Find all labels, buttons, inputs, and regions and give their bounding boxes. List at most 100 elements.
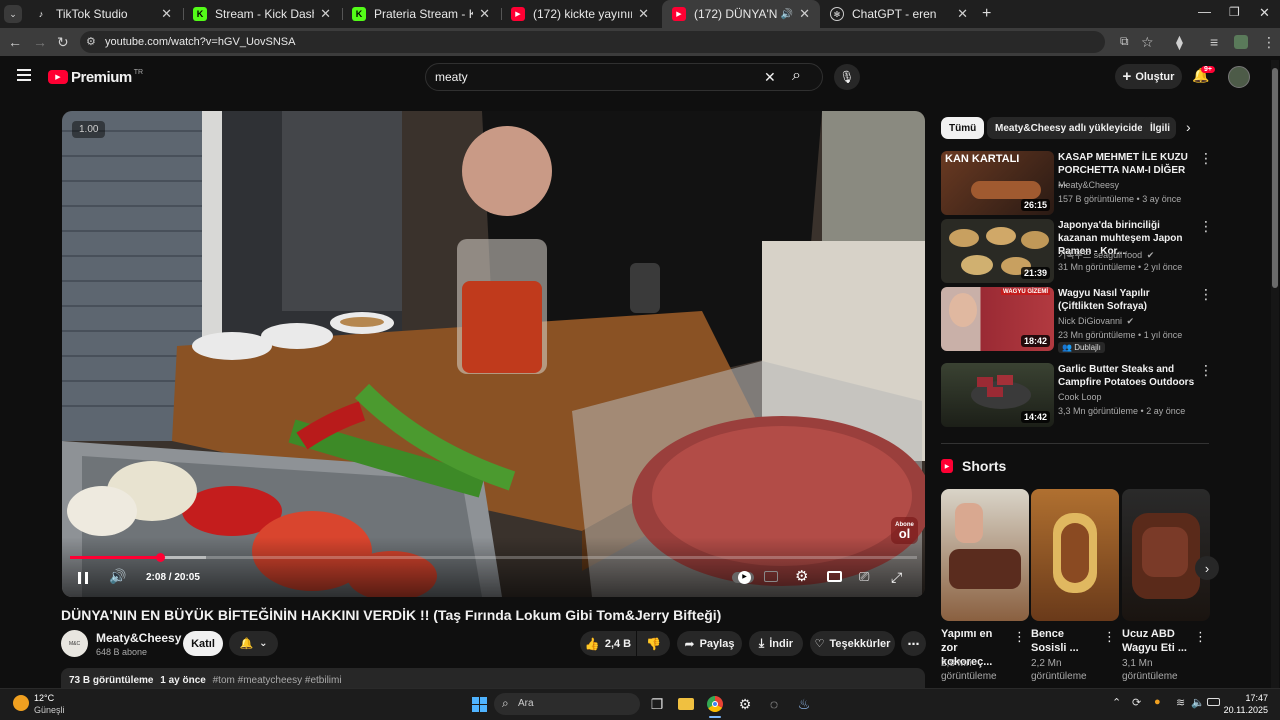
scrollbar-thumb[interactable] bbox=[1272, 68, 1278, 288]
channel-avatar[interactable]: M&C bbox=[61, 630, 88, 657]
shorts-next-button[interactable]: › bbox=[1195, 556, 1219, 580]
video-thumbnail[interactable]: KAN KARTALI 26:15 bbox=[941, 151, 1054, 215]
tab-prateria-kick[interactable]: K Prateria Stream - Kick Dashboard ✕ bbox=[342, 0, 500, 28]
youtube-premium-logo[interactable]: ▶ Premium TR bbox=[48, 68, 143, 86]
app-status-icon[interactable]: ◌ bbox=[764, 694, 784, 714]
speaker-icon[interactable]: 🔊 bbox=[781, 9, 793, 20]
recommendation-item[interactable]: 14:42 Garlic Butter Steaks and Campfire … bbox=[941, 363, 1213, 427]
more-vert-icon[interactable]: ⋮ bbox=[1194, 629, 1207, 645]
hamburger-menu-icon[interactable] bbox=[17, 69, 31, 81]
chip-all[interactable]: Tümü bbox=[941, 117, 985, 139]
download-button[interactable]: ⤓ İndir bbox=[749, 631, 803, 656]
recommendation-item[interactable]: WAGYU GİZEMİ 18:42 Wagyu Nasıl Yapılır (… bbox=[941, 287, 1213, 353]
chip-related[interactable]: İlgili bbox=[1142, 117, 1176, 139]
clear-search-icon[interactable]: ✕ bbox=[764, 69, 776, 86]
more-vert-icon[interactable]: ⋮ bbox=[1199, 363, 1213, 377]
clock-time[interactable]: 17:47 bbox=[1238, 693, 1268, 703]
minimize-icon[interactable]: — bbox=[1198, 4, 1211, 19]
video-thumbnail[interactable]: WAGYU GİZEMİ 18:42 bbox=[941, 287, 1054, 351]
progress-bar[interactable] bbox=[70, 553, 917, 562]
tray-battery-icon[interactable] bbox=[1207, 698, 1220, 706]
subscribed-bell-button[interactable]: 🔔 ⌄ bbox=[229, 631, 278, 656]
video-thumbnail[interactable]: 14:42 bbox=[941, 363, 1054, 427]
more-vert-icon[interactable]: ⋮ bbox=[1199, 219, 1213, 233]
search-icon[interactable]: ⌕ bbox=[792, 67, 801, 85]
short-thumbnail[interactable] bbox=[1031, 489, 1119, 621]
close-window-icon[interactable]: ✕ bbox=[1259, 5, 1270, 21]
file-explorer-icon[interactable] bbox=[676, 694, 696, 714]
site-info-icon[interactable]: ⚙ bbox=[86, 35, 96, 48]
dislike-button[interactable]: 👎 bbox=[637, 631, 670, 656]
more-vert-icon[interactable]: ⋮ bbox=[1199, 151, 1213, 165]
share-button[interactable]: ➦ Paylaş bbox=[677, 631, 742, 656]
like-button[interactable]: 👍 2,4 B bbox=[580, 631, 636, 656]
cast-icon[interactable]: ⎚ bbox=[859, 569, 869, 585]
short-thumbnail[interactable] bbox=[1122, 489, 1210, 621]
recommendation-item[interactable]: 21:39 Japonya'da birinciliği kazanan muh… bbox=[941, 219, 1213, 283]
windows-start-icon[interactable] bbox=[469, 694, 489, 714]
chips-next-icon[interactable]: › bbox=[1186, 119, 1191, 135]
fullscreen-icon[interactable]: ⤢ bbox=[891, 569, 902, 586]
close-icon[interactable]: ✕ bbox=[799, 6, 810, 22]
tray-sync-icon[interactable]: ⟳ bbox=[1132, 696, 1141, 709]
back-icon[interactable]: ← bbox=[8, 35, 22, 49]
clock-date[interactable]: 20.11.2025 bbox=[1222, 705, 1268, 715]
chrome-icon[interactable] bbox=[705, 694, 725, 714]
task-view-icon[interactable]: ❐ bbox=[647, 694, 667, 714]
browser-menu-icon[interactable]: ⋮ bbox=[1262, 35, 1276, 49]
tray-chevron-icon[interactable]: ⌃ bbox=[1112, 696, 1121, 709]
bookmark-star-icon[interactable]: ☆ bbox=[1141, 35, 1154, 49]
video-thumbnail[interactable]: 21:39 bbox=[941, 219, 1054, 283]
tray-wifi-icon[interactable]: ≋ bbox=[1176, 696, 1185, 709]
close-icon[interactable]: ✕ bbox=[161, 6, 172, 22]
tab-tiktok-studio[interactable]: ♪ TikTok Studio ✕ bbox=[24, 0, 182, 28]
media-controls-icon[interactable]: ≡ bbox=[1210, 35, 1218, 49]
app-gear-icon[interactable]: ⚙ bbox=[735, 694, 755, 714]
chip-from-uploader[interactable]: Meaty&Cheesy adlı yükleyiciden bbox=[987, 117, 1157, 139]
restore-icon[interactable]: ❐ bbox=[1229, 5, 1240, 19]
steam-icon[interactable]: ♨ bbox=[794, 694, 814, 714]
tray-mic-icon[interactable]: ● bbox=[1154, 696, 1161, 708]
recommendation-item[interactable]: KAN KARTALI 26:15 KASAP MEHMET İLE KUZU … bbox=[941, 151, 1213, 215]
short-thumbnail[interactable] bbox=[941, 489, 1029, 621]
tab-youtube-active[interactable]: ▶ (172) DÜNYA'NIN EN BÜYÜ 🔊 ✕ bbox=[662, 0, 820, 28]
create-button[interactable]: + Oluştur bbox=[1115, 64, 1182, 89]
more-vert-icon[interactable]: ⋮ bbox=[1199, 287, 1213, 301]
tab-search-icon[interactable]: ⌄ bbox=[4, 5, 22, 23]
volume-icon[interactable]: 🔊 bbox=[109, 568, 126, 585]
thanks-button[interactable]: ♡ Teşekkürler bbox=[810, 631, 895, 656]
page-scrollbar[interactable] bbox=[1271, 60, 1279, 688]
join-button[interactable]: Katıl bbox=[183, 631, 223, 656]
tab-chatgpt[interactable]: ✻ ChatGPT - eren ✕ bbox=[820, 0, 978, 28]
pause-icon[interactable] bbox=[77, 572, 89, 584]
weather-icon[interactable] bbox=[13, 695, 29, 711]
taskbar-search[interactable]: ⌕ Ara bbox=[494, 693, 640, 715]
search-input[interactable]: meaty bbox=[435, 70, 468, 84]
profile-avatar[interactable] bbox=[1234, 35, 1248, 49]
settings-gear-icon[interactable]: ⚙ bbox=[795, 567, 808, 585]
channel-name[interactable]: Meaty&Cheesy bbox=[96, 631, 181, 645]
miniplayer-icon[interactable] bbox=[827, 571, 842, 582]
address-bar[interactable]: ⚙ youtube.com/watch?v=hGV_UovSNSA ⧉ bbox=[80, 31, 1129, 53]
close-icon[interactable]: ✕ bbox=[479, 6, 490, 22]
more-vert-icon[interactable]: ⋮ bbox=[1013, 629, 1026, 645]
search-box[interactable]: meaty ✕ ⌕ bbox=[425, 63, 823, 91]
close-icon[interactable]: ✕ bbox=[638, 6, 649, 22]
more-vert-icon[interactable]: ⋮ bbox=[1103, 629, 1116, 645]
avatar[interactable] bbox=[1228, 66, 1250, 88]
install-app-icon[interactable]: ⧉ bbox=[1120, 34, 1129, 49]
video-player[interactable]: 1.00 Abone ol 🔊 2:08 / 20:05 ▶ ⚙ ⎚ ⤢ bbox=[62, 111, 925, 597]
forward-icon[interactable]: → bbox=[33, 35, 47, 49]
extensions-icon[interactable]: ⧫ bbox=[1176, 35, 1183, 49]
voice-search-button[interactable]: 🎙 bbox=[834, 64, 860, 90]
reload-icon[interactable]: ↻ bbox=[57, 35, 69, 49]
autoplay-toggle[interactable]: ▶ bbox=[732, 571, 754, 584]
subtitles-icon[interactable] bbox=[764, 571, 778, 582]
close-icon[interactable]: ✕ bbox=[320, 6, 331, 22]
hashtags[interactable]: #tom #meatycheesy #etbilimi bbox=[213, 675, 342, 686]
close-icon[interactable]: ✕ bbox=[957, 6, 968, 22]
description-box[interactable]: 73 B görüntüleme 1 ay önce #tom #meatych… bbox=[61, 668, 925, 690]
tray-volume-icon[interactable]: 🔈 bbox=[1191, 696, 1205, 709]
notifications-button[interactable]: 🔔 9+ bbox=[1192, 66, 1215, 87]
progress-scrubber[interactable] bbox=[155, 553, 165, 562]
